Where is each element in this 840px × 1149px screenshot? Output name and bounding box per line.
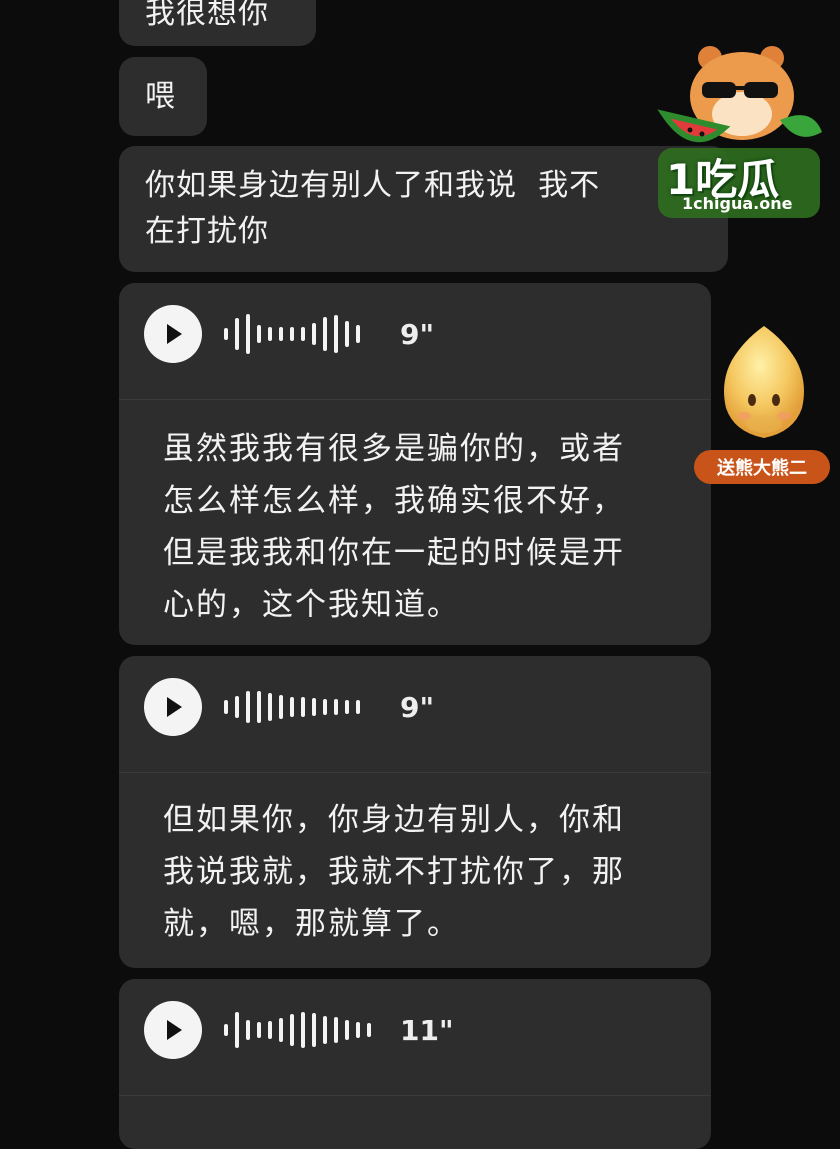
- play-icon: [167, 697, 182, 717]
- divider: [119, 1095, 711, 1096]
- waveform-icon: [224, 691, 360, 723]
- message-bubble-3[interactable]: 你如果身边有别人了和我说 我不 在打扰你: [119, 146, 728, 272]
- divider: [119, 772, 711, 773]
- voice-transcript: 虽然我我有很多是骗你的，或者 怎么样怎么样，我确实很不好， 但是我我和你在一起的…: [163, 423, 681, 631]
- watermark-site: 1chigua.one: [682, 194, 793, 213]
- play-button[interactable]: [144, 678, 202, 736]
- voice-transcript: 但如果你，你身边有别人，你和 我说我就，我就不打扰你了，那 就，嗯，那就算了。: [163, 794, 681, 950]
- play-icon: [167, 324, 182, 344]
- message-text: 我很想你: [145, 0, 269, 31]
- watermark-logo: 1吃瓜 1chigua.one: [652, 36, 828, 232]
- divider: [119, 399, 711, 400]
- transcript-line: 但如果你，你身边有别人，你和: [163, 802, 625, 838]
- waveform-icon: [224, 314, 360, 354]
- play-icon: [167, 1020, 182, 1040]
- voice-duration: 11": [400, 1013, 454, 1047]
- transcript-line: 怎么样怎么样，我确实很不好，: [163, 483, 625, 519]
- message-bubble-2[interactable]: 喂: [119, 57, 207, 136]
- voice-duration: 9": [400, 690, 435, 724]
- transcript-line: 但是我我和你在一起的时候是开: [163, 535, 625, 571]
- play-button[interactable]: [144, 1001, 202, 1059]
- voice-duration: 9": [400, 317, 435, 351]
- transcript-line: 虽然我我有很多是骗你的，或者: [163, 431, 625, 467]
- gift-badge-label: 送熊大熊二: [694, 450, 830, 484]
- waveform-icon: [224, 1012, 371, 1048]
- message-bubble-1[interactable]: 我很想你: [119, 0, 316, 46]
- message-text: 喂: [145, 79, 176, 114]
- message-text-line-1: 你如果身边有别人了和我说 我不: [145, 168, 601, 203]
- message-text-line-2: 在打扰你: [145, 214, 269, 249]
- play-button[interactable]: [144, 305, 202, 363]
- peach-mascot-icon: [724, 326, 804, 438]
- transcript-line: 就，嗯，那就算了。: [163, 906, 460, 942]
- voice-message-3[interactable]: 11": [119, 979, 711, 1149]
- transcript-line: 我说我就，我就不打扰你了，那: [163, 854, 625, 890]
- voice-message-1[interactable]: 9" 虽然我我有很多是骗你的，或者 怎么样怎么样，我确实很不好， 但是我我和你在…: [119, 283, 711, 645]
- voice-message-2[interactable]: 9" 但如果你，你身边有别人，你和 我说我就，我就不打扰你了，那 就，嗯，那就算…: [119, 656, 711, 968]
- gift-badge[interactable]: 送熊大熊二: [694, 320, 834, 490]
- transcript-line: 心的，这个我知道。: [163, 587, 460, 623]
